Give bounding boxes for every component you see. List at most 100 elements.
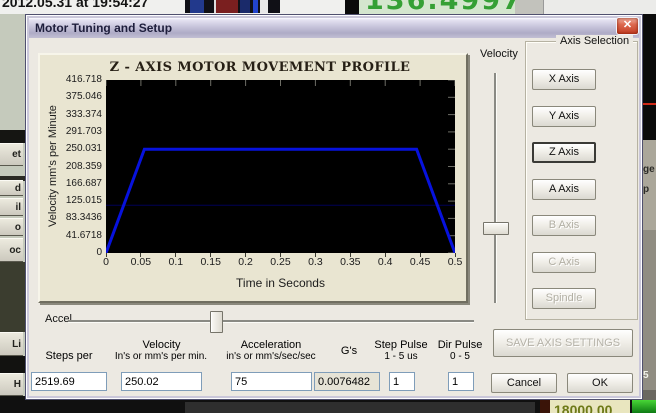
velocity-input[interactable] — [121, 372, 202, 391]
axis-button-x-axis[interactable]: X Axis — [532, 69, 596, 90]
dro-readout-text: 136.4997 — [365, 0, 515, 14]
y-tick-label: 125.015 — [40, 196, 102, 206]
background-bottom-readout: 18000.00 — [550, 400, 630, 413]
icon-fragment-red — [214, 0, 238, 13]
y-tick-label: 83.3436 — [40, 213, 102, 223]
acceleration-field-label: Acceleration — [226, 339, 316, 351]
right-text-fragment: p — [643, 184, 656, 195]
bottom-readout-text: 18000.00 — [554, 402, 612, 413]
dir-pulse-input[interactable] — [448, 372, 474, 391]
background-light-panel — [543, 0, 656, 14]
axis-button-y-axis[interactable]: Y Axis — [532, 106, 596, 127]
x-tick-label: 0.5 — [435, 256, 475, 268]
y-tick-label: 41.6718 — [40, 231, 102, 241]
icon-fragment-navy — [240, 0, 250, 13]
chart-x-axis-label: Time in Seconds — [106, 276, 455, 290]
axis-button-spindle: Spindle — [532, 288, 596, 309]
y-tick-label: 166.687 — [40, 179, 102, 189]
accel-slider-track[interactable] — [68, 320, 474, 322]
axis-button-z-axis[interactable]: Z Axis — [532, 142, 596, 163]
y-tick-label: 333.374 — [40, 110, 102, 120]
cancel-button[interactable]: Cancel — [491, 373, 557, 393]
left-button-fragment: et — [0, 143, 23, 166]
left-strip-band — [0, 262, 25, 332]
x-tick-mark — [315, 253, 316, 257]
background-left-strip: et d il o oc Li H — [0, 14, 25, 413]
right-text-fragment: 5 — [643, 370, 656, 381]
left-button-fragment: Li — [0, 332, 23, 356]
x-tick-mark — [106, 253, 107, 257]
background-top-strip: 2012.05.31 at 19:54:27 136.4997 — [0, 0, 656, 14]
velocity-field-sublabel: In's or mm's per min. — [111, 351, 211, 362]
timestamp-text: 2012.05.31 at 19:54:27 — [2, 0, 148, 10]
chart-plot-area — [106, 80, 455, 253]
velocity-slider-thumb[interactable] — [483, 222, 509, 235]
axis-selection-legend: Axis Selection — [556, 35, 633, 47]
background-bottom-strip: 18000.00 — [0, 400, 656, 413]
screen: 2012.05.31 at 19:54:27 136.4997 et d il o oc… — [0, 0, 656, 413]
background-right-dark — [643, 230, 656, 390]
background-panel-gap — [345, 0, 359, 14]
velocity-field-label: Velocity — [119, 339, 204, 351]
x-tick-mark — [175, 253, 176, 257]
axis-button-c-axis: C Axis — [532, 252, 596, 273]
steps-per-label: Steps per — [31, 350, 107, 362]
x-tick-mark — [455, 253, 456, 257]
accel-slider-thumb[interactable] — [210, 311, 223, 333]
background-right-black — [643, 14, 656, 140]
background-gray-panel — [515, 0, 543, 14]
dir-pulse-sublabel: 0 - 5 — [428, 351, 492, 362]
left-button-fragment: o — [0, 218, 23, 236]
y-tick-label: 375.046 — [40, 92, 102, 102]
y-tick-label: 250.031 — [40, 144, 102, 154]
axis-button-b-axis: B Axis — [532, 215, 596, 236]
background-bottom-sliver — [540, 400, 550, 413]
x-tick-mark — [350, 253, 351, 257]
gs-readout — [314, 372, 380, 391]
x-tick-mark — [280, 253, 281, 257]
right-text-fragment: ge — [643, 164, 656, 175]
left-button-fragment: il — [0, 198, 23, 216]
velocity-profile-line — [106, 80, 455, 253]
x-tick-mark — [140, 253, 141, 257]
background-bottom-bar — [185, 402, 535, 413]
close-icon[interactable]: ✕ — [616, 17, 639, 35]
background-right-strip: ge p 5 — [643, 14, 656, 413]
icon-fragment-blue — [190, 0, 204, 13]
background-dro-panel: 136.4997 — [359, 0, 515, 14]
motor-profile-chart-panel: Z - AXIS MOTOR MOVEMENT PROFILE Velocity… — [38, 53, 468, 303]
step-pulse-label: Step Pulse — [369, 339, 433, 351]
x-tick-mark — [420, 253, 421, 257]
steps-per-input[interactable] — [31, 372, 107, 391]
y-tick-label: 291.703 — [40, 127, 102, 137]
step-pulse-sublabel: 1 - 5 us — [369, 351, 433, 362]
dialog-titlebar[interactable]: Motor Tuning and Setup — [29, 18, 639, 38]
left-button-fragment: H — [0, 373, 23, 396]
motor-tuning-dialog: Motor Tuning and Setup ✕ Z - AXIS MOTOR … — [25, 14, 643, 400]
icon-fragment-bluebar — [253, 0, 258, 13]
x-tick-mark — [210, 253, 211, 257]
icon-fragment-white — [260, 0, 268, 13]
y-tick-label: 208.359 — [40, 162, 102, 172]
left-button-fragment: d — [0, 180, 23, 196]
acceleration-field-sublabel: in's or mm's/sec/sec — [222, 351, 320, 362]
step-pulse-input[interactable] — [389, 372, 415, 391]
ok-button[interactable]: OK — [567, 373, 633, 393]
velocity-slider-label: Velocity — [480, 48, 518, 60]
left-strip-band — [0, 130, 25, 143]
save-axis-settings-button[interactable]: SAVE AXIS SETTINGS — [493, 329, 633, 357]
x-tick-mark — [385, 253, 386, 257]
background-green-led — [632, 400, 656, 413]
background-red-line — [643, 103, 656, 105]
axis-button-a-axis[interactable]: A Axis — [532, 179, 596, 200]
dir-pulse-label: Dir Pulse — [428, 339, 492, 351]
acceleration-input[interactable] — [231, 372, 312, 391]
x-tick-mark — [245, 253, 246, 257]
velocity-slider-track[interactable] — [494, 73, 496, 303]
left-button-fragment: oc — [0, 238, 23, 262]
accel-slider-label: Accel — [45, 313, 72, 325]
left-strip-band — [0, 356, 25, 373]
dialog-title: Motor Tuning and Setup — [35, 21, 172, 35]
y-tick-label: 416.718 — [40, 75, 102, 85]
chart-title: Z - AXIS MOTOR MOVEMENT PROFILE — [80, 60, 440, 75]
